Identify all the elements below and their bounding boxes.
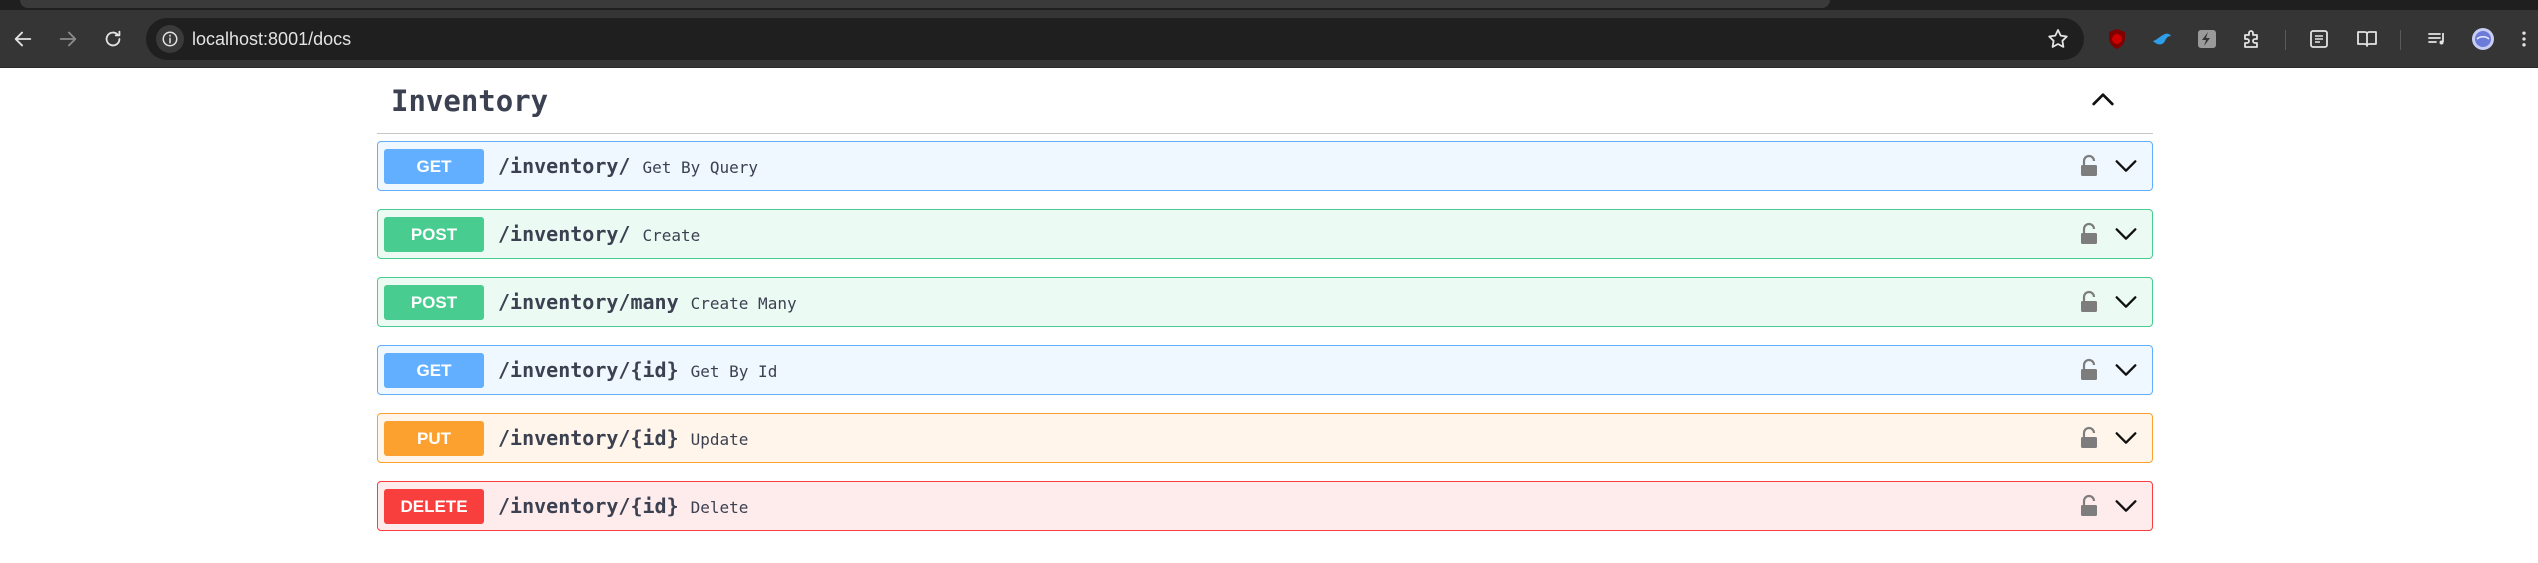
operation-create-many[interactable]: POST /inventory/many Create Many: [377, 277, 2153, 327]
book-icon: [2357, 31, 2377, 47]
side-panel-icon: [2310, 30, 2328, 48]
operation-summary: Get By Query: [642, 158, 759, 177]
extension-bird[interactable]: [2145, 22, 2179, 56]
operation-summary: Update: [690, 430, 749, 449]
operation-summary: Get By Id: [690, 362, 778, 381]
toolbar-divider: [2285, 30, 2286, 50]
method-badge: POST: [384, 217, 484, 252]
path-text: /inventory/{id}: [498, 426, 679, 450]
address-bar[interactable]: localhost:8001/docs: [146, 18, 2084, 60]
path-text: /inventory/many: [498, 290, 679, 314]
operation-path: /inventory/Get By Query: [498, 154, 758, 178]
operation-path: /inventory/{id} Update: [498, 426, 748, 450]
browser-tab[interactable]: [20, 0, 1830, 8]
chevron-down-icon: [2115, 296, 2137, 308]
expand-operation-button[interactable]: [2112, 356, 2140, 384]
path-text: /inventory/{id}: [498, 358, 679, 382]
playlist-icon: [2428, 33, 2444, 45]
lock-icon: [2081, 426, 2097, 448]
extensions-button[interactable]: [2235, 22, 2269, 56]
chevron-down-icon: [2115, 228, 2137, 240]
lock-icon: [2081, 494, 2097, 516]
authorize-button[interactable]: [2078, 358, 2100, 382]
lock-icon: [2081, 358, 2097, 380]
chevron-down-icon: [2115, 432, 2137, 444]
operation-get-by-query[interactable]: GET /inventory/Get By Query: [377, 141, 2153, 191]
url-text[interactable]: localhost:8001/docs: [192, 29, 351, 50]
inventory-section: Inventory GET /inventory/Get By Query PO…: [377, 68, 2153, 531]
section-title[interactable]: Inventory: [391, 84, 548, 118]
expand-operation-button[interactable]: [2112, 220, 2140, 248]
site-info-icon: [162, 31, 178, 47]
chevron-up-icon: [2092, 93, 2114, 106]
operation-path: /inventory/{id} Get By Id: [498, 358, 777, 382]
operation-create[interactable]: POST /inventory/Create: [377, 209, 2153, 259]
lock-icon: [2081, 222, 2097, 244]
path-text: /inventory/: [498, 154, 631, 178]
back-button[interactable]: [6, 22, 40, 56]
path-text: /inventory/: [498, 222, 631, 246]
operation-update[interactable]: PUT /inventory/{id} Update: [377, 413, 2153, 463]
back-arrow-icon: [14, 31, 32, 47]
expand-operation-button[interactable]: [2112, 424, 2140, 452]
operation-delete[interactable]: DELETE /inventory/{id} Delete: [377, 481, 2153, 531]
path-text: /inventory/{id}: [498, 494, 679, 518]
operation-get-by-id[interactable]: GET /inventory/{id} Get By Id: [377, 345, 2153, 395]
shield-icon: [2109, 29, 2125, 49]
authorize-button[interactable]: [2078, 426, 2100, 450]
forward-arrow-icon: [59, 31, 77, 47]
kebab-menu-icon: [2522, 31, 2526, 47]
reader-mode-button[interactable]: [2350, 22, 2384, 56]
method-badge: POST: [384, 285, 484, 320]
authorize-button[interactable]: [2078, 222, 2100, 246]
method-badge: GET: [384, 149, 484, 184]
collapse-section-button[interactable]: [2087, 84, 2119, 116]
extension-bolt[interactable]: [2190, 22, 2224, 56]
authorize-button[interactable]: [2078, 154, 2100, 178]
browser-menu-button[interactable]: [2514, 22, 2534, 56]
authorize-button[interactable]: [2078, 290, 2100, 314]
star-icon[interactable]: [2046, 27, 2070, 51]
method-badge: PUT: [384, 421, 484, 456]
bird-icon: [2153, 33, 2171, 45]
bolt-icon: [2198, 30, 2216, 48]
operation-path: /inventory/Create: [498, 222, 700, 246]
media-controls-button[interactable]: [2420, 22, 2454, 56]
reload-icon: [105, 30, 121, 47]
expand-operation-button[interactable]: [2112, 492, 2140, 520]
tab-strip: [0, 0, 2538, 10]
puzzle-icon: [2244, 30, 2258, 48]
forward-button[interactable]: [51, 22, 85, 56]
browser-toolbar: localhost:8001/docs: [0, 10, 2538, 68]
reading-list-button[interactable]: [2302, 22, 2336, 56]
chevron-down-icon: [2115, 364, 2137, 376]
toolbar-divider: [2400, 30, 2401, 50]
lock-icon: [2081, 154, 2097, 176]
operation-summary: Create: [642, 226, 701, 245]
operation-path: /inventory/many Create Many: [498, 290, 797, 314]
reload-button[interactable]: [96, 22, 130, 56]
avatar-icon: [2472, 28, 2494, 50]
chevron-down-icon: [2115, 500, 2137, 512]
operation-summary: Create Many: [690, 294, 797, 313]
extension-ublock[interactable]: [2100, 22, 2134, 56]
authorize-button[interactable]: [2078, 494, 2100, 518]
method-badge: GET: [384, 353, 484, 388]
expand-operation-button[interactable]: [2112, 288, 2140, 316]
method-badge: DELETE: [384, 489, 484, 524]
operation-summary: Delete: [690, 498, 749, 517]
lock-icon: [2081, 290, 2097, 312]
expand-operation-button[interactable]: [2112, 152, 2140, 180]
section-header[interactable]: Inventory: [377, 68, 2153, 134]
chevron-down-icon: [2115, 160, 2137, 172]
site-info-button[interactable]: [156, 25, 184, 53]
profile-avatar[interactable]: [2466, 22, 2500, 56]
operation-path: /inventory/{id} Delete: [498, 494, 748, 518]
